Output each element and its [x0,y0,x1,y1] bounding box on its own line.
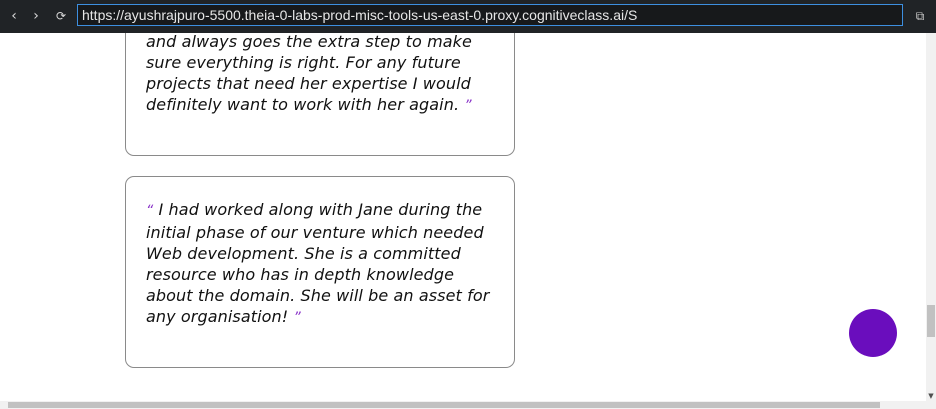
vertical-scrollbar[interactable]: ▼ [926,33,936,401]
close-quote-icon: ” [293,310,301,326]
browser-toolbar: ‹ › ⟳ https://ayushrajpuro-5500.theia-0-… [0,0,936,33]
testimonial-card: and always goes the extra step to make s… [125,33,515,156]
scroll-down-arrow-icon[interactable]: ▼ [926,391,936,401]
floating-action-button[interactable] [849,309,897,357]
testimonial-quote: “ I had worked along with Jane during th… [146,199,501,329]
page-content: and always goes the extra step to make s… [0,33,926,401]
url-bar[interactable]: https://ayushrajpuro-5500.theia-0-labs-p… [77,4,903,26]
testimonial-text: and always goes the extra step to make s… [146,33,472,114]
vertical-scroll-thumb[interactable] [927,305,935,337]
reload-icon[interactable]: ⟳ [52,6,70,26]
forward-icon[interactable]: › [27,6,45,26]
close-quote-icon: ” [464,98,472,114]
horizontal-scrollbar[interactable] [0,401,936,409]
horizontal-scroll-thumb[interactable] [8,402,880,408]
back-icon[interactable]: ‹ [5,6,23,26]
testimonial-card: “ I had worked along with Jane during th… [125,176,515,368]
open-external-icon[interactable]: ⧉ [912,7,928,25]
testimonial-text: I had worked along with Jane during the … [146,200,490,326]
open-quote-icon: “ [146,203,154,219]
testimonial-quote: and always goes the extra step to make s… [146,33,501,117]
